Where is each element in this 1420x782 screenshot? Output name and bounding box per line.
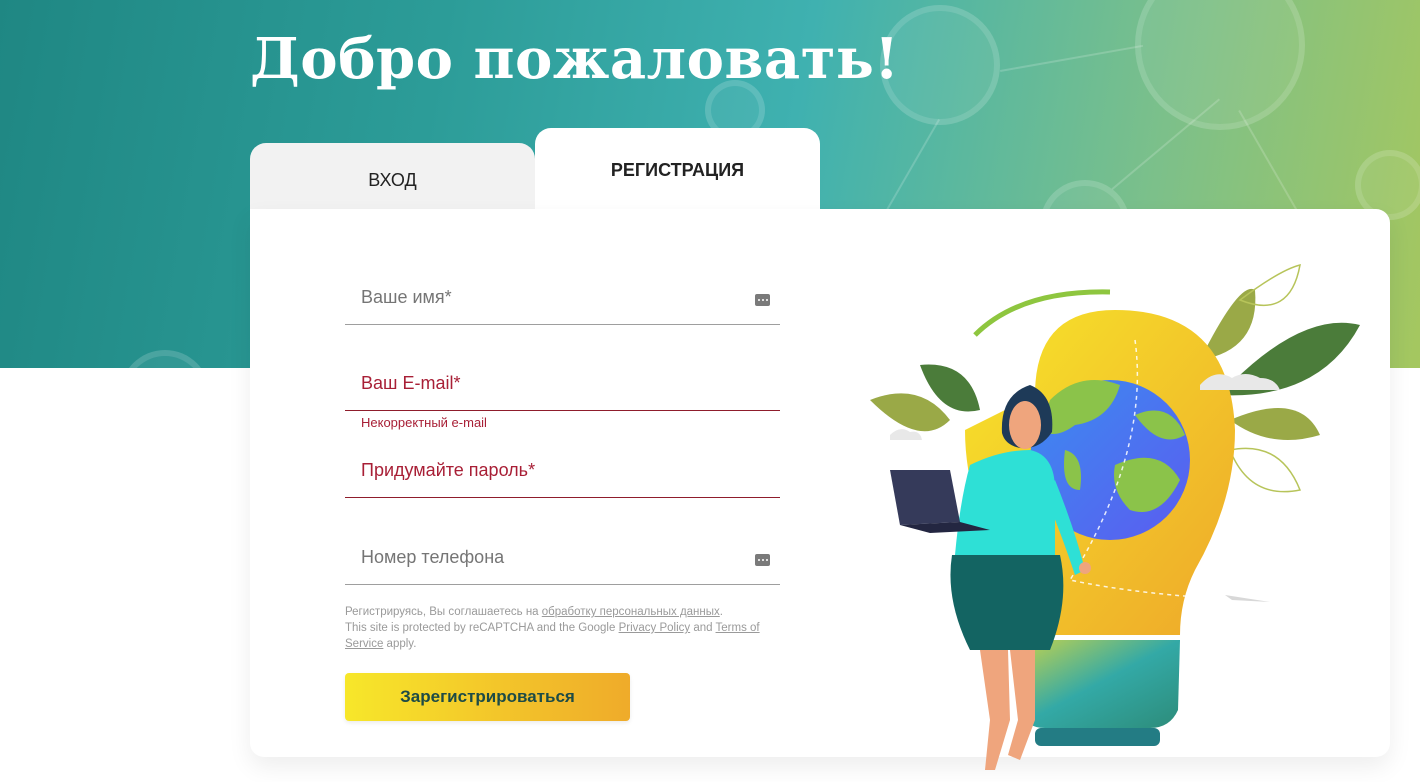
password-field[interactable]: Придумайте пароль*	[345, 448, 780, 498]
decor-line	[1238, 110, 1305, 224]
tab-register-label: РЕГИСТРАЦИЯ	[610, 159, 745, 180]
recaptcha-and: and	[690, 622, 716, 634]
consent-text: Регистрируясь, Вы соглашаетесь на	[345, 606, 542, 618]
email-field[interactable]: Ваш E-mail*	[345, 361, 780, 411]
personal-data-link[interactable]: обработку персональных данных	[542, 606, 720, 618]
lightbulb-globe-illustration	[870, 263, 1360, 770]
recaptcha-text: This site is protected by reCAPTCHA and …	[345, 622, 619, 634]
password-manager-key-icon[interactable]	[755, 554, 770, 566]
page-title: Добро пожаловать!	[250, 26, 900, 92]
decor-line	[1111, 98, 1220, 190]
email-error-message: Некорректный e-mail	[361, 415, 487, 430]
password-manager-key-icon[interactable]	[755, 294, 770, 306]
phone-field[interactable]: Номер телефона	[345, 535, 780, 585]
password-field-label: Придумайте пароль*	[361, 460, 536, 480]
email-field-label: Ваш E-mail*	[361, 373, 461, 393]
tab-login[interactable]: ВХОД	[250, 143, 535, 213]
privacy-policy-link[interactable]: Privacy Policy	[619, 622, 691, 634]
phone-field-label: Номер телефона	[361, 547, 505, 567]
decor-bubble	[120, 350, 210, 368]
consent-suffix: .	[719, 606, 723, 618]
name-field-label: Ваше имя*	[361, 287, 452, 307]
tab-register[interactable]: РЕГИСТРАЦИЯ	[535, 128, 820, 218]
register-button[interactable]: Зарегистрироваться	[345, 673, 630, 721]
name-field[interactable]: Ваше имя*	[345, 275, 780, 325]
decor-line	[1000, 44, 1144, 72]
recaptcha-suffix: apply.	[383, 638, 417, 650]
decor-bubble	[1135, 0, 1305, 130]
tab-login-label: ВХОД	[368, 169, 417, 190]
legal-text: Регистрируясь, Вы соглашаетесь на обрабо…	[345, 604, 785, 652]
